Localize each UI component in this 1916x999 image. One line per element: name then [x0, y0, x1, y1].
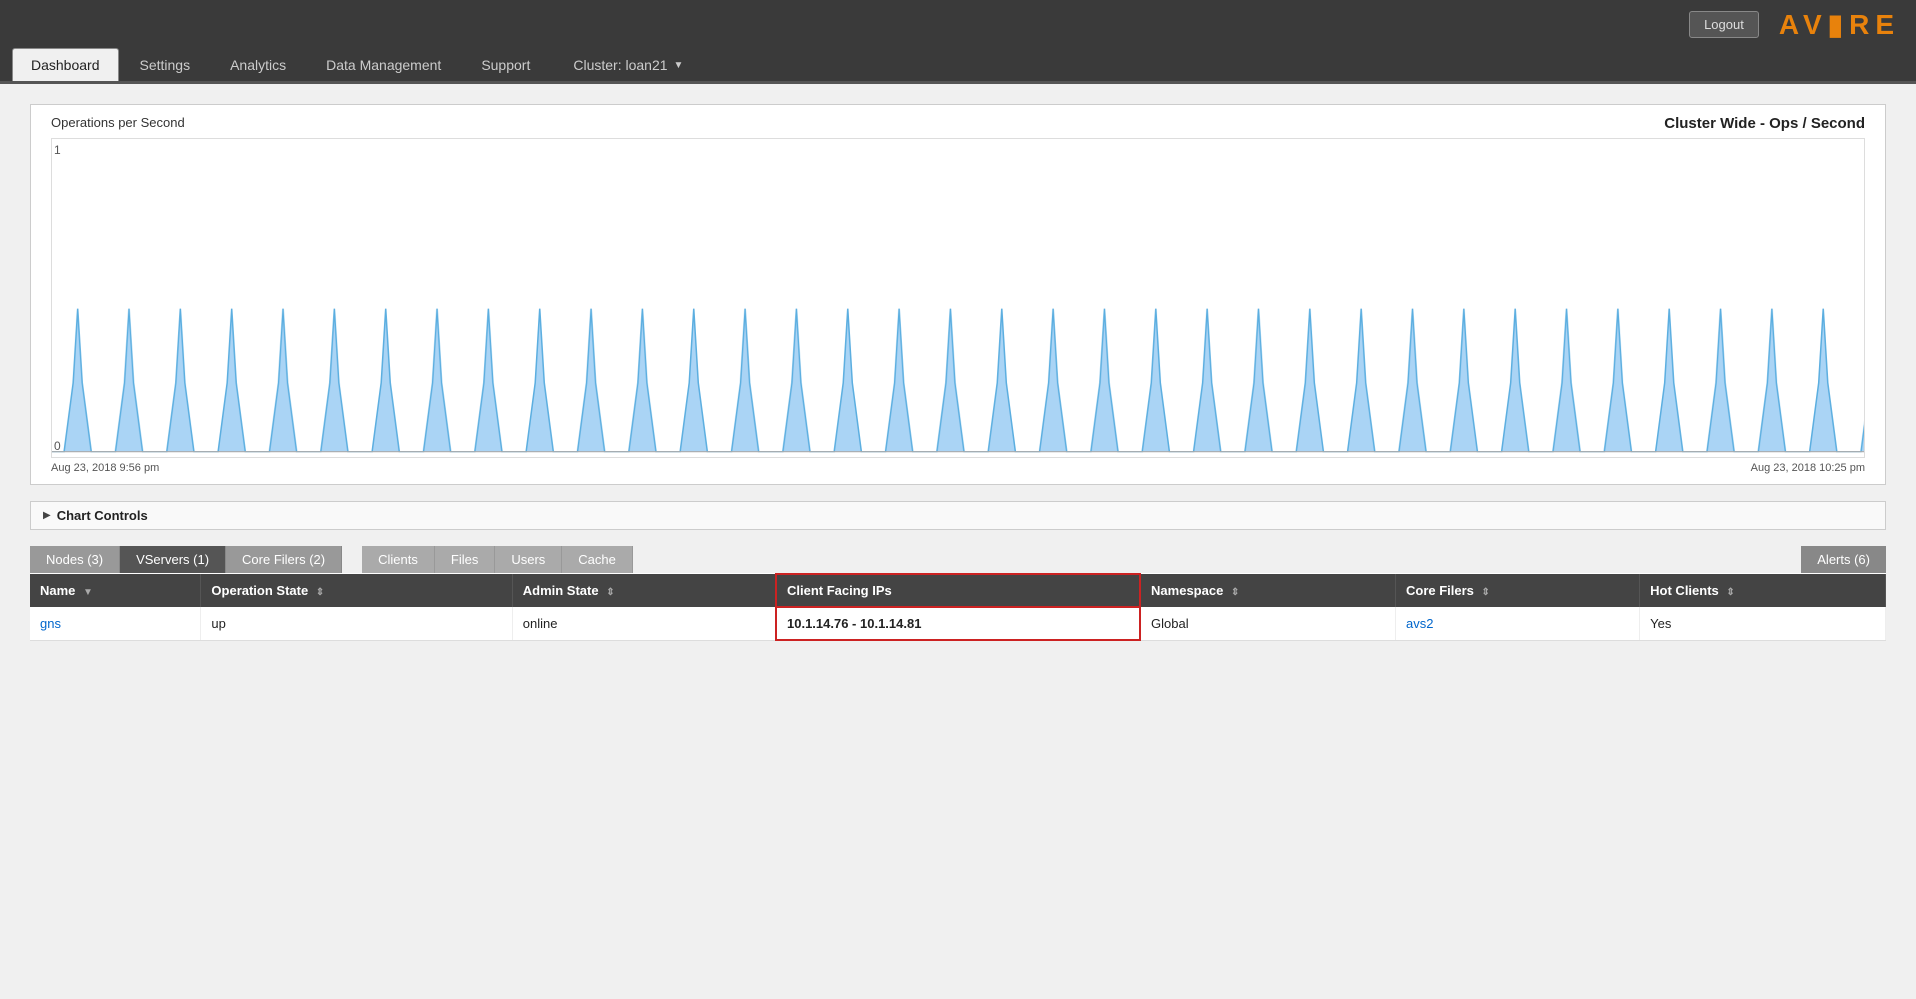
- tab-core-filers[interactable]: Core Filers (2): [226, 546, 342, 573]
- tab-cache[interactable]: Cache: [562, 546, 633, 573]
- logout-button[interactable]: Logout: [1689, 11, 1759, 38]
- logo-separator: ▮: [1828, 9, 1849, 40]
- data-table: Name ▼ Operation State ⇕ Admin State ⇕ C…: [30, 573, 1886, 641]
- cell-name: gns: [30, 607, 201, 640]
- chart-area: 1 0: [51, 138, 1865, 458]
- core-filers-link[interactable]: avs2: [1406, 616, 1433, 631]
- chevron-down-icon: ▼: [674, 60, 684, 71]
- table-section: Nodes (3) VServers (1) Core Filers (2) C…: [30, 546, 1886, 641]
- cell-operation-state: up: [201, 607, 512, 640]
- avere-logo: AV▮RE: [1779, 8, 1900, 41]
- chart-svg: [52, 139, 1864, 457]
- col-header-hot-clients: Hot Clients ⇕: [1640, 574, 1886, 607]
- table-tab-row: Nodes (3) VServers (1) Core Filers (2) C…: [30, 546, 1886, 573]
- logo-text-1: AV: [1779, 9, 1828, 40]
- name-link[interactable]: gns: [40, 616, 61, 631]
- chart-timestamps: Aug 23, 2018 9:56 pm Aug 23, 2018 10:25 …: [51, 462, 1865, 474]
- tab-analytics[interactable]: Analytics: [211, 48, 305, 81]
- topbar: Logout AV▮RE: [0, 0, 1916, 48]
- col-header-namespace: Namespace ⇕: [1140, 574, 1395, 607]
- chart-controls[interactable]: ▶ Chart Controls: [30, 501, 1886, 530]
- chart-y-top: 1: [54, 143, 61, 157]
- tab-files[interactable]: Files: [435, 546, 495, 573]
- chart-timestamp-start: Aug 23, 2018 9:56 pm: [51, 462, 159, 474]
- col-header-client-facing-ips: Client Facing IPs: [776, 574, 1140, 607]
- tab-nodes[interactable]: Nodes (3): [30, 546, 120, 573]
- sort-icon-operation-state: ⇕: [316, 587, 324, 598]
- tab-dashboard[interactable]: Dashboard: [12, 48, 119, 81]
- sort-icon-name: ▼: [83, 587, 93, 598]
- chart-y-bottom: 0: [54, 439, 61, 453]
- tab-vservers[interactable]: VServers (1): [120, 546, 226, 573]
- topbar-right: Logout AV▮RE: [1689, 8, 1900, 41]
- tab-support[interactable]: Support: [462, 48, 549, 81]
- cell-core-filers: avs2: [1396, 607, 1640, 640]
- table-row: gns up online 10.1.14.76 - 10.1.14.81 Gl…: [30, 607, 1886, 640]
- main-content: Operations per Second Cluster Wide - Ops…: [0, 84, 1916, 661]
- cell-namespace: Global: [1140, 607, 1395, 640]
- chart-header: Operations per Second Cluster Wide - Ops…: [51, 115, 1865, 132]
- tab-clients[interactable]: Clients: [362, 546, 435, 573]
- nav-tabs: Dashboard Settings Analytics Data Manage…: [0, 48, 1916, 84]
- chart-section: Operations per Second Cluster Wide - Ops…: [30, 104, 1886, 485]
- col-header-operation-state: Operation State ⇕: [201, 574, 512, 607]
- col-header-core-filers: Core Filers ⇕: [1396, 574, 1640, 607]
- chart-controls-label: Chart Controls: [57, 508, 148, 523]
- table-header-row: Name ▼ Operation State ⇕ Admin State ⇕ C…: [30, 574, 1886, 607]
- tab-users[interactable]: Users: [495, 546, 562, 573]
- chart-timestamp-end: Aug 23, 2018 10:25 pm: [1751, 462, 1865, 474]
- cluster-selector[interactable]: Cluster: loan21 ▼: [561, 49, 695, 81]
- triangle-right-icon: ▶: [43, 510, 51, 521]
- cluster-label: Cluster: loan21: [573, 57, 667, 73]
- col-header-name: Name ▼: [30, 574, 201, 607]
- sort-icon-admin-state: ⇕: [606, 587, 614, 598]
- col-header-admin-state: Admin State ⇕: [512, 574, 776, 607]
- cell-client-facing-ips: 10.1.14.76 - 10.1.14.81: [776, 607, 1140, 640]
- cell-admin-state: online: [512, 607, 776, 640]
- tab-data-management[interactable]: Data Management: [307, 48, 460, 81]
- sort-icon-namespace: ⇕: [1231, 587, 1239, 598]
- chart-wide-title: Cluster Wide - Ops / Second: [1664, 115, 1865, 132]
- tab-settings[interactable]: Settings: [121, 48, 210, 81]
- cell-hot-clients: Yes: [1640, 607, 1886, 640]
- tab-alerts[interactable]: Alerts (6): [1801, 546, 1886, 573]
- sort-icon-hot-clients: ⇕: [1726, 587, 1734, 598]
- sort-icon-core-filers: ⇕: [1482, 587, 1490, 598]
- logo-text-2: RE: [1849, 9, 1900, 40]
- chart-ops-label: Operations per Second: [51, 115, 185, 130]
